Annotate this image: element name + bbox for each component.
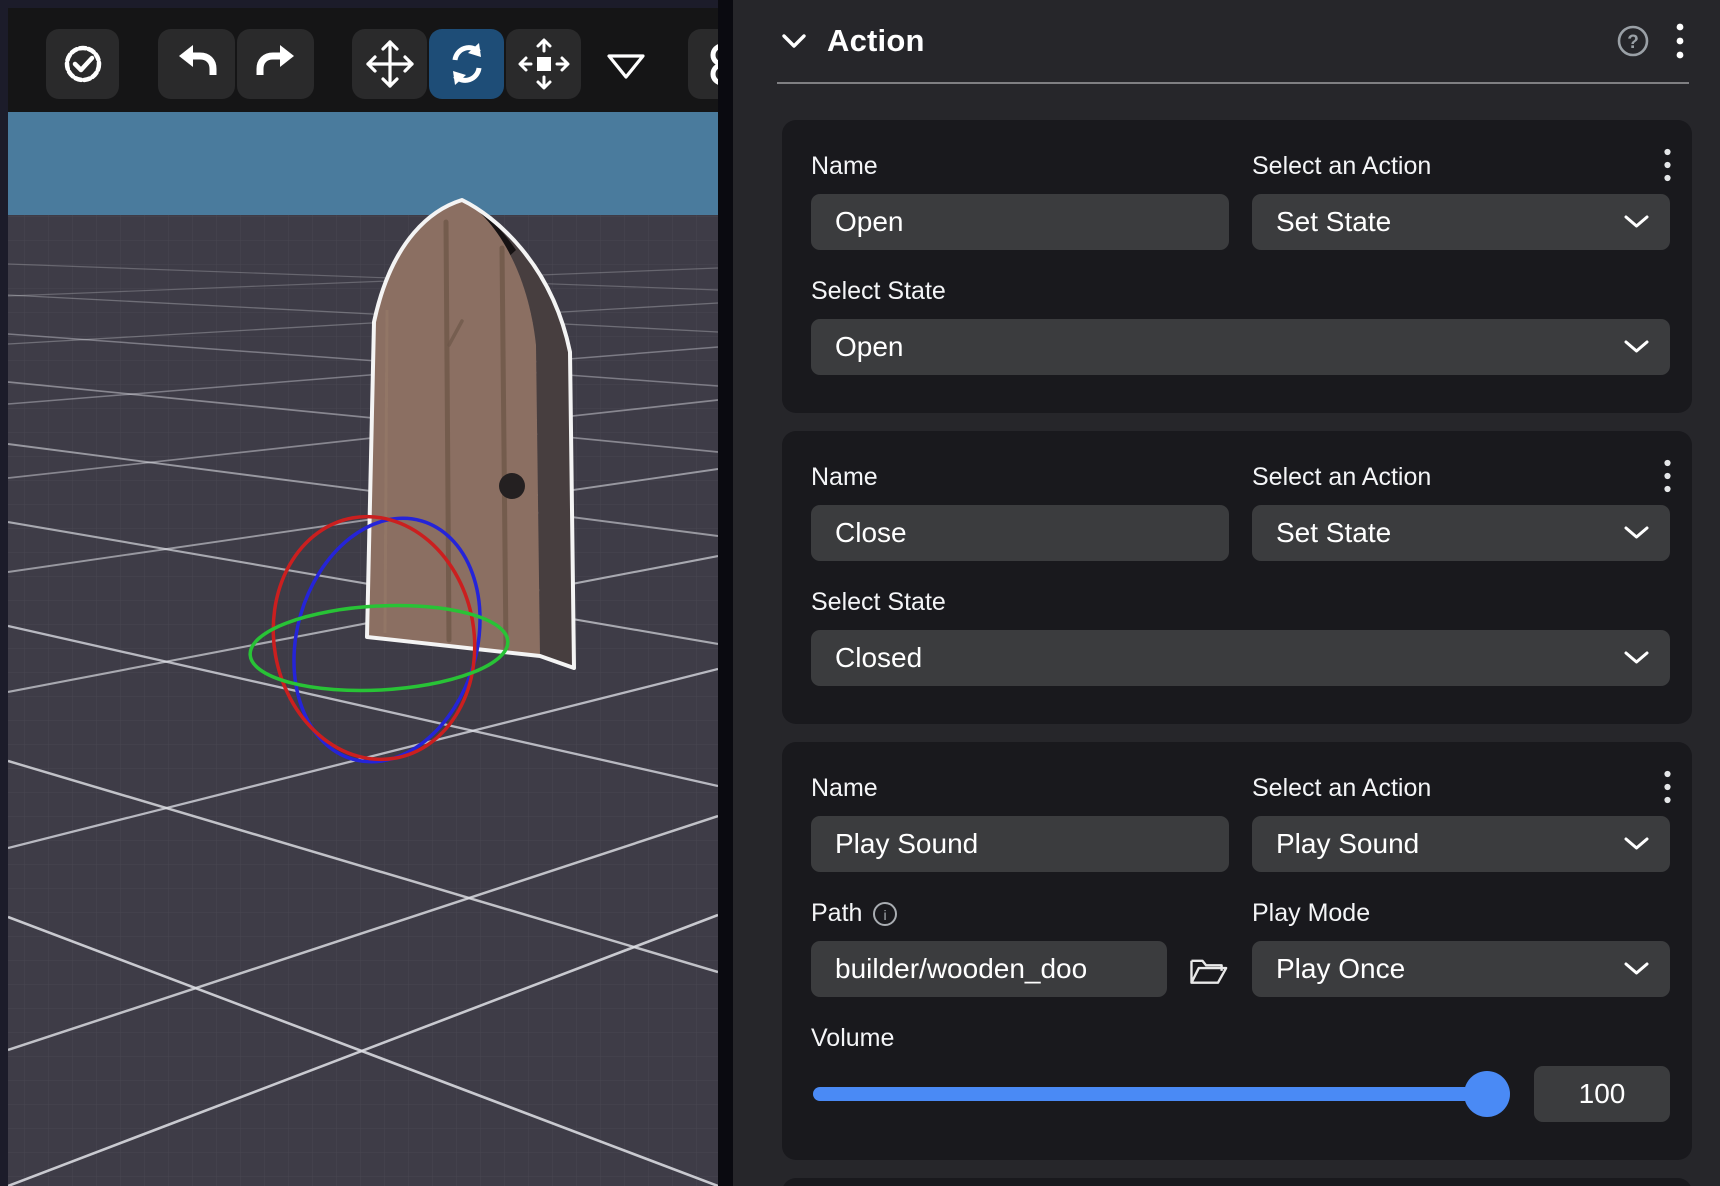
- volume-label: Volume: [811, 1024, 1670, 1053]
- redo-icon: [241, 29, 311, 99]
- name-input[interactable]: [811, 816, 1229, 872]
- kebab-menu-icon: [1663, 770, 1672, 804]
- name-input[interactable]: [811, 194, 1229, 250]
- collapse-section-button[interactable]: [777, 29, 811, 54]
- viewport-toolbar: [8, 8, 718, 112]
- info-icon[interactable]: i: [872, 901, 898, 927]
- select-action-label: Select an Action: [1252, 152, 1670, 181]
- kebab-menu-icon: [1663, 459, 1672, 493]
- chevron-down-icon: [1623, 214, 1650, 230]
- sound-path-input[interactable]: [811, 941, 1167, 997]
- path-label: Path i: [811, 899, 1229, 928]
- state-dropdown-value: Closed: [835, 642, 922, 674]
- chevron-down-icon: [1623, 339, 1650, 355]
- action-dropdown-value: Set State: [1276, 206, 1391, 238]
- chevron-down-icon: [1623, 525, 1650, 541]
- browse-file-button[interactable]: [1185, 948, 1229, 990]
- name-label: Name: [811, 774, 1229, 803]
- move-tool-button[interactable]: [352, 29, 427, 99]
- verified-badge-icon: [48, 29, 118, 99]
- play-mode-dropdown[interactable]: Play Once: [1252, 941, 1670, 997]
- kebab-menu-icon: [1675, 22, 1685, 60]
- path-label-text: Path: [811, 899, 862, 928]
- state-dropdown-value: Open: [835, 331, 904, 363]
- kebab-menu-icon: [1663, 148, 1672, 182]
- app-window: Action ?: [0, 0, 1720, 1186]
- select-state-label: Select State: [811, 277, 1670, 306]
- panel-title: Action: [827, 23, 925, 59]
- panel-menu-button[interactable]: [1671, 18, 1689, 64]
- volume-slider-handle[interactable]: [1464, 1071, 1510, 1117]
- volume-slider[interactable]: [811, 1066, 1508, 1122]
- scale-tool-button[interactable]: [506, 29, 581, 99]
- action-card-play-sound: Name Select an Action Play Sound: [782, 742, 1692, 1160]
- move-tool-icon: [355, 29, 425, 99]
- scale-tool-icon: [509, 29, 579, 99]
- name-label: Name: [811, 463, 1229, 492]
- action-card-open: Name Select an Action Set State: [782, 120, 1692, 413]
- state-dropdown[interactable]: Closed: [811, 630, 1670, 686]
- card-menu-button[interactable]: [1659, 766, 1676, 808]
- select-action-label: Select an Action: [1252, 463, 1670, 492]
- action-dropdown-value: Set State: [1276, 517, 1391, 549]
- chevron-down-icon: [1623, 650, 1650, 666]
- panel-divider: [718, 0, 733, 1186]
- volume-slider-track[interactable]: [813, 1087, 1496, 1101]
- help-icon: ?: [1615, 23, 1651, 59]
- magnet-icon: [688, 29, 718, 99]
- action-card-partial: [782, 1178, 1692, 1186]
- card-menu-button[interactable]: [1659, 144, 1676, 186]
- play-mode-dropdown-value: Play Once: [1276, 953, 1405, 985]
- rotate-tool-icon: [432, 29, 502, 99]
- select-state-label: Select State: [811, 588, 1670, 617]
- sky: [8, 112, 718, 215]
- redo-button[interactable]: [237, 29, 314, 99]
- chevron-down-icon: [1623, 961, 1650, 977]
- chevron-down-icon: [781, 33, 807, 50]
- volume-value-box[interactable]: 100: [1534, 1066, 1670, 1122]
- folder-open-icon: [1185, 948, 1229, 990]
- action-panel-header: Action ?: [777, 0, 1689, 84]
- snap-tool-button[interactable]: [688, 29, 718, 99]
- undo-button[interactable]: [158, 29, 235, 99]
- action-card-list: Name Select an Action Set State: [782, 120, 1692, 1186]
- help-button[interactable]: ?: [1611, 19, 1655, 63]
- badge-tool-button[interactable]: [46, 29, 119, 99]
- viewport-3d[interactable]: [0, 0, 718, 1186]
- chevron-down-icon: [1623, 836, 1650, 852]
- state-dropdown[interactable]: Open: [811, 319, 1670, 375]
- action-panel: Action ?: [733, 0, 1720, 1186]
- action-dropdown[interactable]: Play Sound: [1252, 816, 1670, 872]
- scene-canvas[interactable]: [8, 112, 718, 1186]
- name-label: Name: [811, 152, 1229, 181]
- prism-dropdown-button[interactable]: [596, 29, 656, 99]
- svg-text:?: ?: [1627, 32, 1639, 53]
- rotate-tool-button[interactable]: [429, 29, 504, 99]
- svg-text:i: i: [884, 907, 887, 923]
- action-dropdown[interactable]: Set State: [1252, 505, 1670, 561]
- card-menu-button[interactable]: [1659, 455, 1676, 497]
- door-handle: [499, 473, 525, 499]
- action-dropdown[interactable]: Set State: [1252, 194, 1670, 250]
- play-mode-label: Play Mode: [1252, 899, 1670, 928]
- undo-icon: [162, 29, 232, 99]
- name-input[interactable]: [811, 505, 1229, 561]
- triangle-down-icon: [596, 30, 656, 98]
- action-dropdown-value: Play Sound: [1276, 828, 1419, 860]
- action-card-close: Name Select an Action Set State: [782, 431, 1692, 724]
- select-action-label: Select an Action: [1252, 774, 1670, 803]
